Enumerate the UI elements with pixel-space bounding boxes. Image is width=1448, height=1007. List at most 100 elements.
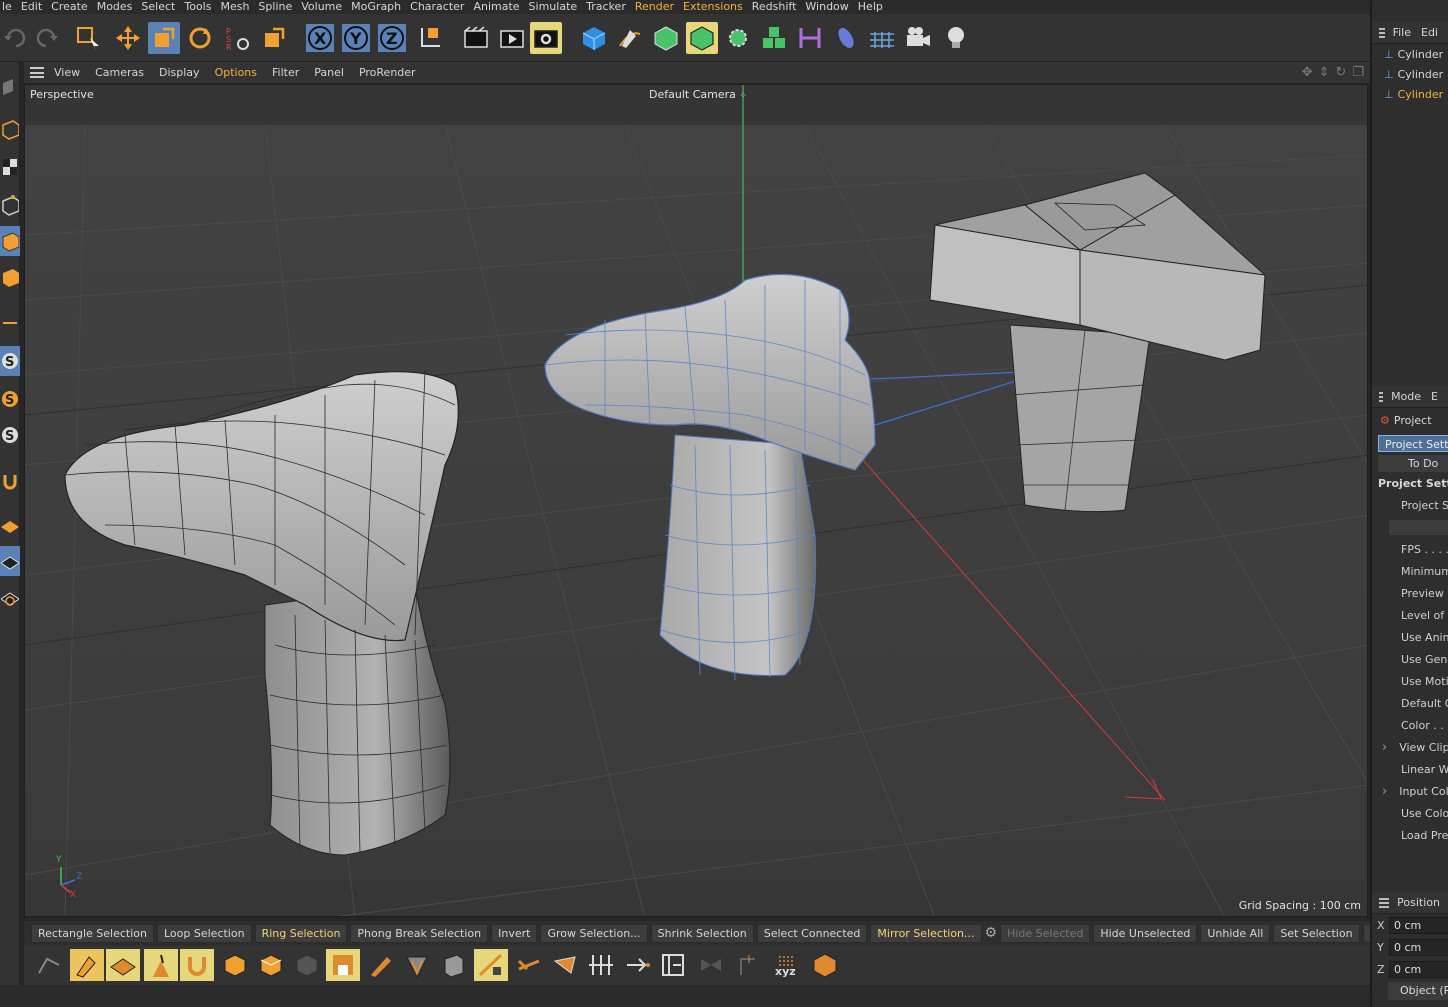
mograph-cubes-icon[interactable] bbox=[758, 22, 790, 54]
attribute-row[interactable]: Level of D bbox=[1372, 604, 1448, 626]
menu-create[interactable]: Create bbox=[51, 1, 95, 13]
light-icon[interactable] bbox=[940, 22, 972, 54]
move-icon[interactable] bbox=[112, 22, 144, 54]
magnet-icon[interactable] bbox=[0, 466, 20, 496]
attribute-row[interactable]: Color . . . bbox=[1372, 714, 1448, 736]
attribute-tab[interactable]: To Do bbox=[1378, 455, 1448, 472]
polygon-mode-icon[interactable] bbox=[0, 226, 20, 256]
unhide-all-button[interactable]: Unhide All bbox=[1200, 923, 1271, 943]
phong-break-selection-button[interactable]: Phong Break Selection bbox=[350, 923, 489, 943]
connect-objects-icon[interactable] bbox=[808, 949, 842, 981]
am-menu-mode[interactable]: Mode bbox=[1391, 390, 1421, 403]
camera-switch-icon[interactable]: ⁘ bbox=[739, 91, 747, 101]
locked-workplane-icon[interactable] bbox=[0, 546, 20, 576]
attribute-row[interactable]: View Clipp bbox=[1372, 736, 1448, 758]
attribute-row[interactable]: Use Color bbox=[1372, 802, 1448, 824]
weld-icon[interactable] bbox=[548, 949, 582, 981]
hide-unselected-button[interactable]: Hide Unselected bbox=[1093, 923, 1198, 943]
workplane-icon[interactable] bbox=[0, 510, 20, 540]
texture-mode-icon[interactable] bbox=[0, 152, 20, 182]
menu-help[interactable]: Help bbox=[858, 1, 890, 13]
attribute-row[interactable]: Preview M bbox=[1372, 582, 1448, 604]
menu-character[interactable]: Character bbox=[410, 1, 471, 13]
render-view-icon[interactable] bbox=[460, 22, 492, 54]
y-axis-lock-icon[interactable]: Y bbox=[340, 22, 372, 54]
redo-icon[interactable] bbox=[30, 22, 62, 54]
menu-tools[interactable]: Tools bbox=[184, 1, 218, 13]
menu-spline[interactable]: Spline bbox=[258, 1, 299, 13]
align-icon[interactable] bbox=[512, 949, 546, 981]
menu-mograph[interactable]: MoGraph bbox=[351, 1, 408, 13]
menu-animate[interactable]: Animate bbox=[473, 1, 526, 13]
grow-selection-button[interactable]: Grow Selection... bbox=[540, 923, 648, 943]
attribute-row[interactable]: Input Colo bbox=[1372, 780, 1448, 802]
attribute-row[interactable]: Use Motio bbox=[1372, 670, 1448, 692]
attribute-row[interactable]: Load Prese bbox=[1372, 824, 1448, 846]
pan-icon[interactable]: ✥ bbox=[1302, 65, 1313, 80]
mirror-icon[interactable] bbox=[694, 949, 728, 981]
loop-cut-icon[interactable] bbox=[400, 949, 434, 981]
dissolve-icon[interactable] bbox=[620, 949, 654, 981]
maximize-view-icon[interactable]: ❐ bbox=[1352, 65, 1364, 80]
bevel-icon[interactable] bbox=[584, 949, 618, 981]
slide-icon[interactable] bbox=[436, 949, 470, 981]
ring-selection-button[interactable]: Ring Selection bbox=[254, 923, 348, 943]
knife-icon[interactable] bbox=[364, 949, 398, 981]
object-manager-empty-area[interactable] bbox=[1372, 104, 1448, 386]
render-picture-viewer-icon[interactable] bbox=[496, 22, 528, 54]
attribute-manager-menu-icon[interactable] bbox=[1379, 391, 1384, 402]
attribute-row[interactable]: Use Anima bbox=[1372, 626, 1448, 648]
dolly-icon[interactable]: ⇕ bbox=[1319, 65, 1330, 80]
workplane-snap-icon[interactable]: S bbox=[0, 420, 20, 450]
attribute-row-field[interactable] bbox=[1372, 516, 1448, 538]
attribute-row[interactable]: Minimum bbox=[1372, 560, 1448, 582]
menu-edit[interactable]: Edit bbox=[21, 1, 49, 13]
menu-extensions[interactable]: Extensions bbox=[683, 1, 750, 13]
object-list-item[interactable]: ⊥ Cylinder bbox=[1372, 44, 1448, 64]
render-settings-icon[interactable] bbox=[530, 22, 562, 54]
menu-mesh[interactable]: Mesh bbox=[220, 1, 256, 13]
position-y-field[interactable]: 0 cm bbox=[1389, 938, 1448, 956]
menu-le[interactable]: le bbox=[2, 1, 19, 13]
project-scale-field[interactable] bbox=[1389, 519, 1448, 535]
attribute-tab[interactable]: Project Settin bbox=[1378, 435, 1448, 452]
symmetry-icon[interactable] bbox=[732, 949, 766, 981]
live-selection-icon[interactable] bbox=[72, 22, 104, 54]
viewport-menu-display[interactable]: Display bbox=[159, 66, 200, 79]
viewport-menu-panel[interactable]: Panel bbox=[314, 66, 344, 79]
axis-mode-icon[interactable] bbox=[0, 308, 20, 338]
rectangle-selection-button[interactable]: Rectangle Selection bbox=[31, 923, 154, 943]
viewport-menu-prorender[interactable]: ProRender bbox=[359, 66, 416, 79]
attribute-row[interactable]: FPS . . . . bbox=[1372, 538, 1448, 560]
perspective-viewport[interactable]: Perspective Default Camera ⁘ Grid Spacin… bbox=[24, 84, 1368, 917]
attribute-row[interactable]: Project Sca bbox=[1372, 494, 1448, 516]
model-mode-icon[interactable] bbox=[0, 114, 20, 144]
cube-icon[interactable] bbox=[578, 22, 610, 54]
split-icon[interactable] bbox=[656, 949, 690, 981]
extrude-icon[interactable] bbox=[218, 949, 252, 981]
om-menu-file[interactable]: File bbox=[1393, 26, 1411, 39]
camera-icon[interactable] bbox=[902, 22, 934, 54]
generator-active-icon[interactable] bbox=[686, 22, 718, 54]
viewport-camera-label[interactable]: Default Camera ⁘ bbox=[649, 88, 747, 101]
x-axis-lock-icon[interactable]: X bbox=[304, 22, 336, 54]
pen-spline-icon[interactable] bbox=[614, 22, 646, 54]
invert-button[interactable]: Invert bbox=[491, 923, 538, 943]
deformer-icon[interactable] bbox=[794, 22, 826, 54]
menu-tracker[interactable]: Tracker bbox=[586, 1, 633, 13]
position-x-field[interactable]: 0 cm bbox=[1389, 916, 1448, 934]
undo-icon[interactable] bbox=[0, 22, 32, 54]
object-manager-menu-icon[interactable] bbox=[1379, 27, 1385, 38]
bevel-disabled-icon[interactable] bbox=[290, 949, 324, 981]
scale-icon[interactable] bbox=[148, 22, 180, 54]
viewport-menu-filter[interactable]: Filter bbox=[272, 66, 299, 79]
extrude-inner-icon[interactable] bbox=[254, 949, 288, 981]
field-icon[interactable] bbox=[830, 22, 862, 54]
menu-modes[interactable]: Modes bbox=[97, 1, 140, 13]
mirror-selection-settings-icon[interactable]: ⚙ bbox=[985, 924, 998, 943]
coordinate-manager-menu-icon[interactable] bbox=[1379, 897, 1390, 908]
viewport-menu-cameras[interactable]: Cameras bbox=[95, 66, 144, 79]
viewport-menu-icon[interactable] bbox=[30, 67, 44, 78]
brush-icon[interactable] bbox=[144, 949, 178, 981]
attribute-row[interactable]: Default Ob bbox=[1372, 692, 1448, 714]
